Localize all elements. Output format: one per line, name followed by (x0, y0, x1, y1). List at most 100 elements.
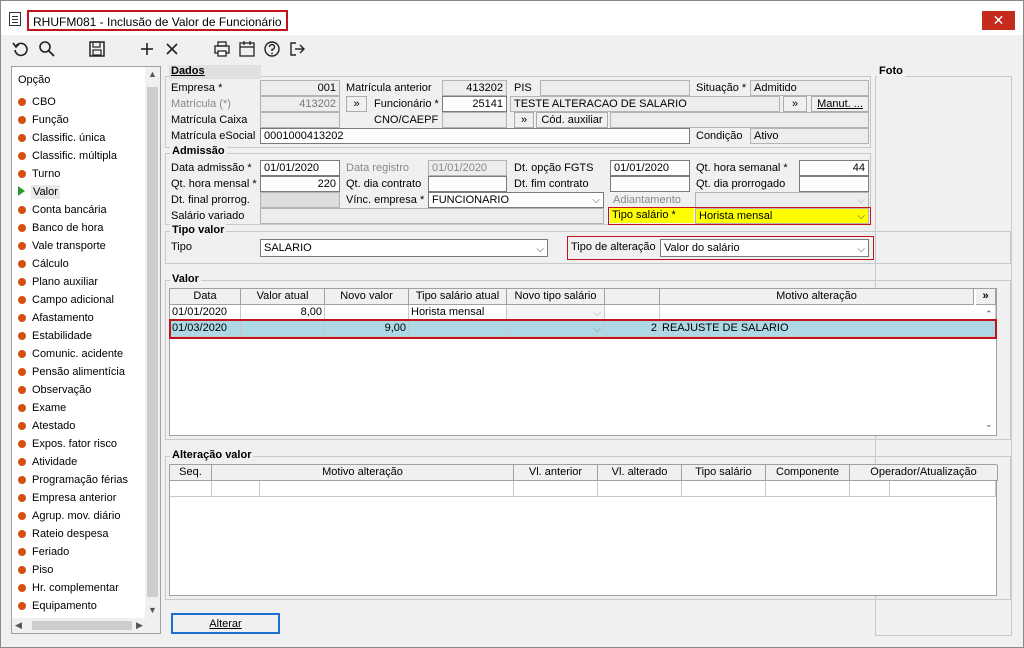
adiantamento-select[interactable]: ⌵ (695, 192, 869, 208)
sidebar-item-2[interactable]: Classific. única (18, 129, 105, 147)
sidebar-item-8[interactable]: Vale transporte (18, 237, 106, 255)
table-row[interactable] (170, 481, 212, 497)
alteracao-header-motivo[interactable]: Motivo alteração (212, 465, 514, 481)
qt-dia-prorrogado-field[interactable] (799, 176, 869, 192)
pis-field[interactable] (540, 80, 690, 96)
sidebar-item-17[interactable]: Exame (18, 399, 66, 417)
calendar-icon[interactable] (237, 40, 257, 60)
sidebar-item-15[interactable]: Pensão alimentícia (18, 363, 125, 381)
valor-header-code[interactable] (605, 289, 660, 305)
vinc-empresa-select[interactable]: FUNCIONARIO ⌵ (428, 192, 604, 208)
dt-fim-contrato-field[interactable] (610, 176, 690, 192)
chevron-down-icon[interactable]: ⌄ (985, 419, 993, 430)
table-cell[interactable] (890, 481, 996, 497)
sidebar-item-24[interactable]: Rateio despesa (18, 525, 108, 543)
sidebar-item-22[interactable]: Empresa anterior (18, 489, 116, 507)
alteracao-header-operador[interactable]: Operador/Atualização (850, 465, 998, 481)
sidebar-item-9[interactable]: Cálculo (18, 255, 69, 273)
sidebar-item-10[interactable]: Plano auxiliar (18, 273, 98, 291)
save-icon[interactable] (87, 40, 107, 60)
search-icon[interactable] (37, 40, 57, 60)
sidebar-item-18[interactable]: Atestado (18, 417, 75, 435)
table-cell[interactable] (682, 481, 766, 497)
alteracao-header-componente[interactable]: Componente (766, 465, 850, 481)
table-cell[interactable] (514, 481, 598, 497)
valor-expand-button[interactable]: » (976, 289, 996, 305)
matricula-esocial-field[interactable]: 0001000413202 (260, 128, 690, 144)
close-icon[interactable] (162, 40, 182, 60)
salario-variado-field[interactable] (260, 208, 604, 224)
sidebar-item-6[interactable]: Conta bancária (18, 201, 107, 219)
sidebar-item-26[interactable]: Piso (18, 561, 53, 579)
condicao-field[interactable]: Ativo (750, 128, 869, 144)
sidebar-item-20[interactable]: Atividade (18, 453, 77, 471)
funcionario-name-field[interactable]: TESTE ALTERACAO DE SALARIO (510, 96, 780, 112)
sidebar-item-16[interactable]: Observação (18, 381, 91, 399)
alterar-button[interactable]: Alterar (171, 613, 280, 634)
matricula-nav-button[interactable]: » (346, 96, 367, 112)
cod-auxiliar-nav-button[interactable]: » (514, 112, 534, 128)
data-admissao-field[interactable]: 01/01/2020 (260, 160, 340, 176)
qt-hora-semanal-field[interactable]: 44 (799, 160, 869, 176)
sidebar-item-label: Hr. complementar (32, 582, 119, 594)
table-cell[interactable] (598, 481, 682, 497)
valor-header-tipo-salario-atual[interactable]: Tipo salário atual (409, 289, 507, 305)
sidebar-item-13[interactable]: Estabilidade (18, 327, 92, 345)
sidebar-item-0[interactable]: CBO (18, 93, 56, 111)
situacao-field[interactable]: Admitido (750, 80, 869, 96)
funcionario-field[interactable]: 25141 (442, 96, 507, 112)
valor-header-novo-valor[interactable]: Novo valor (325, 289, 409, 305)
sidebar-item-23[interactable]: Agrup. mov. diário (18, 507, 120, 525)
cod-auxiliar-button[interactable]: Cód. auxiliar (536, 112, 608, 128)
table-cell[interactable] (212, 481, 260, 497)
matricula-field[interactable]: 413202 (260, 96, 340, 112)
alteracao-header-vl-alterado[interactable]: Vl. alterado (598, 465, 682, 481)
matricula-anterior-field[interactable]: 413202 (442, 80, 507, 96)
table-cell[interactable] (850, 481, 890, 497)
sidebar-item-1[interactable]: Função (18, 111, 69, 129)
tipo-salario-select[interactable]: Horista mensal ⌵ (695, 208, 869, 224)
data-registro-field[interactable]: 01/01/2020 (428, 160, 507, 176)
cod-auxiliar-field[interactable] (610, 112, 869, 128)
dt-final-prorrog-field[interactable] (260, 192, 340, 208)
tipo-alteracao-select[interactable]: Valor do salário ⌵ (660, 239, 869, 257)
valor-header-data[interactable]: Data (170, 289, 241, 305)
window-close-button[interactable]: ✕ (982, 11, 1015, 30)
alteracao-header-seq[interactable]: Seq. (170, 465, 212, 481)
sidebar-item-7[interactable]: Banco de hora (18, 219, 104, 237)
plus-icon[interactable] (137, 40, 157, 60)
valor-header-novo-tipo-salario[interactable]: Novo tipo salário (507, 289, 605, 305)
options-vertical-scrollbar[interactable]: ▲ ▼ (145, 67, 160, 619)
refresh-icon[interactable] (11, 40, 31, 60)
valor-header-motivo[interactable]: Motivo alteração (660, 289, 974, 305)
valor-header-valor-atual[interactable]: Valor atual (241, 289, 325, 305)
tipo-select[interactable]: SALARIO ⌵ (260, 239, 548, 257)
help-icon[interactable] (262, 40, 282, 60)
print-icon[interactable] (212, 40, 232, 60)
funcionario-nav-button[interactable]: » (783, 96, 807, 112)
sidebar-item-28[interactable]: Equipamento (18, 597, 97, 615)
table-cell[interactable] (260, 481, 514, 497)
sidebar-item-21[interactable]: Programação férias (18, 471, 128, 489)
matricula-caixa-field[interactable] (260, 112, 340, 128)
sidebar-item-12[interactable]: Afastamento (18, 309, 94, 327)
options-horizontal-scrollbar[interactable]: ◀ ▶ (12, 618, 160, 633)
empresa-field[interactable]: 001 (260, 80, 340, 96)
alteracao-header-vl-anterior[interactable]: Vl. anterior (514, 465, 598, 481)
dt-opcao-fgts-field[interactable]: 01/01/2020 (610, 160, 690, 176)
sidebar-item-3[interactable]: Classific. múltipla (18, 147, 117, 165)
sidebar-item-19[interactable]: Expos. fator risco (18, 435, 117, 453)
sidebar-item-14[interactable]: Comunic. acidente (18, 345, 123, 363)
sidebar-item-4[interactable]: Turno (18, 165, 60, 183)
sidebar-item-25[interactable]: Feriado (18, 543, 69, 561)
table-cell[interactable] (766, 481, 850, 497)
sidebar-item-11[interactable]: Campo adicional (18, 291, 114, 309)
sidebar-item-27[interactable]: Hr. complementar (18, 579, 119, 597)
qt-dia-contrato-field[interactable] (428, 176, 507, 192)
alteracao-header-tipo-salario[interactable]: Tipo salário (682, 465, 766, 481)
qt-hora-mensal-field[interactable]: 220 (260, 176, 340, 192)
cno-field[interactable] (442, 112, 507, 128)
exit-icon[interactable] (287, 40, 307, 60)
sidebar-item-5[interactable]: Valor (18, 183, 60, 201)
manut-button[interactable]: Manut. ... (811, 96, 869, 112)
